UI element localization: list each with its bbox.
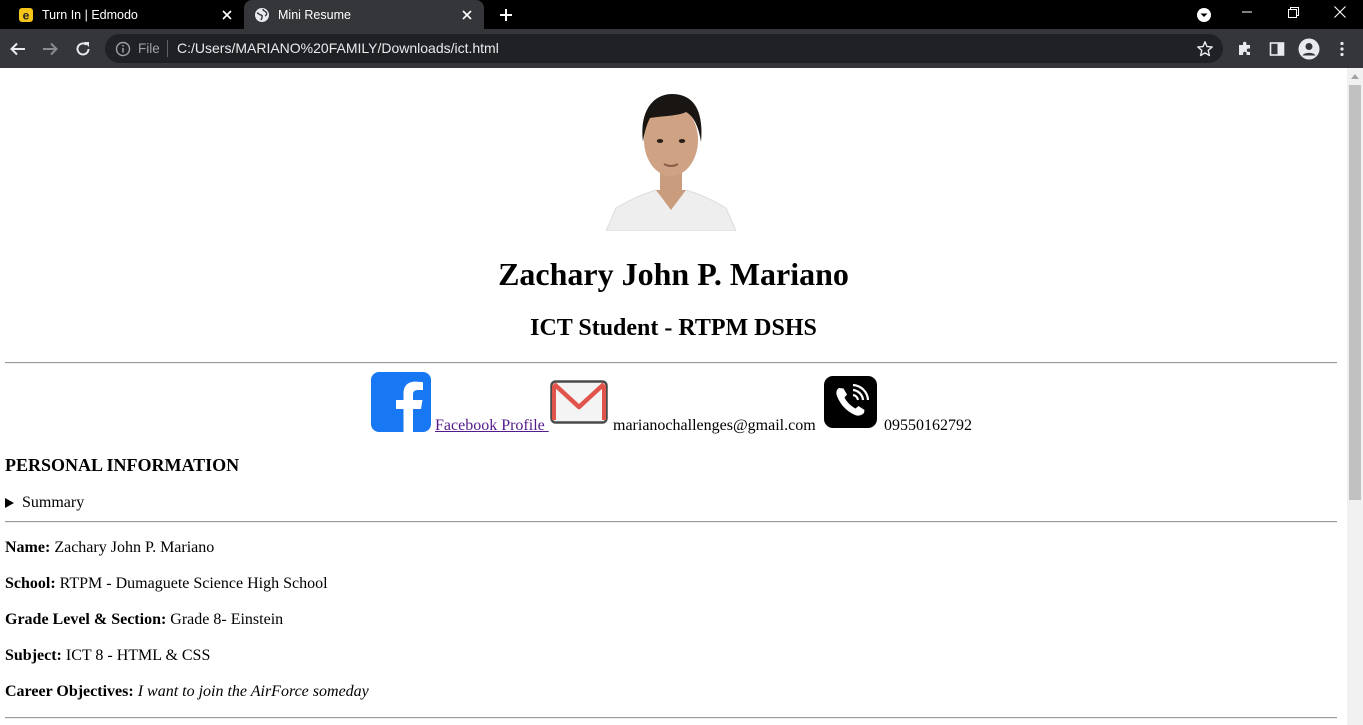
info-row-name: Name: Zachary John P. Mariano xyxy=(5,539,214,557)
scheme-label: File xyxy=(138,41,160,56)
field-label: Name: xyxy=(5,539,51,556)
field-value: Grade 8- Einstein xyxy=(170,611,284,628)
profile-photo xyxy=(606,86,736,231)
tab-strip: e Turn In | Edmodo Mini Resume xyxy=(0,0,1363,29)
scroll-up-icon[interactable] xyxy=(1347,68,1363,84)
phone-number: 09550162792 xyxy=(884,417,972,434)
divider xyxy=(5,521,1337,523)
tab-title: Mini Resume xyxy=(278,7,351,22)
field-label: Grade Level & Section: xyxy=(5,611,167,628)
field-value: RTPM - Dumaguete Science High School xyxy=(59,575,328,592)
more-menu-icon[interactable] xyxy=(1330,37,1354,61)
info-row-career: Career Objectives: I want to join the Ai… xyxy=(5,683,369,701)
bookmark-star-icon[interactable] xyxy=(1196,40,1214,58)
page-scrollbar[interactable] xyxy=(1347,68,1363,725)
field-value: Zachary John P. Mariano xyxy=(54,539,215,556)
field-label: Subject: xyxy=(5,647,62,664)
tab-close-icon[interactable] xyxy=(458,6,476,24)
scrollbar-thumb[interactable] xyxy=(1349,85,1361,500)
tab-title: Turn In | Edmodo xyxy=(42,7,138,22)
email-address: marianochallenges@gmail.com xyxy=(613,417,816,434)
close-window-icon[interactable] xyxy=(1317,0,1363,24)
divider xyxy=(5,362,1337,364)
field-label: School: xyxy=(5,575,56,592)
forward-icon[interactable] xyxy=(38,37,62,61)
facebook-icon[interactable] xyxy=(371,372,431,432)
tab-mini-resume[interactable]: Mini Resume xyxy=(244,0,484,29)
tab-edmodo[interactable]: e Turn In | Edmodo xyxy=(8,0,244,29)
phone-icon xyxy=(824,376,877,428)
info-row-school: School: RTPM - Dumaguete Science High Sc… xyxy=(5,575,328,593)
edmodo-favicon-icon: e xyxy=(18,7,34,23)
tab-close-icon[interactable] xyxy=(218,6,236,24)
svg-text:e: e xyxy=(23,8,30,22)
summary-disclosure[interactable]: Summary xyxy=(5,494,84,512)
email-icon xyxy=(550,380,608,424)
reload-icon[interactable] xyxy=(71,37,95,61)
field-value: ICT 8 - HTML & CSS xyxy=(65,647,211,664)
extensions-puzzle-icon[interactable] xyxy=(1233,37,1257,61)
restore-icon[interactable] xyxy=(1270,0,1316,24)
info-row-grade: Grade Level & Section: Grade 8- Einstein xyxy=(5,611,283,629)
divider xyxy=(5,717,1337,719)
info-row-subject: Subject: ICT 8 - HTML & CSS xyxy=(5,647,210,665)
back-icon[interactable] xyxy=(6,37,30,61)
omnibox-divider xyxy=(167,40,168,57)
new-tab-icon[interactable] xyxy=(496,5,516,25)
field-value: I want to join the AirForce someday xyxy=(137,683,369,700)
page-viewport: Zachary John P. Mariano ICT Student - RT… xyxy=(0,68,1347,725)
address-bar[interactable]: File C:/Users/MARIANO%20FAMILY/Downloads… xyxy=(105,34,1223,63)
field-label: Career Objectives: xyxy=(5,683,134,700)
browser-toolbar: File C:/Users/MARIANO%20FAMILY/Downloads… xyxy=(0,29,1363,68)
globe-favicon-icon xyxy=(254,7,270,23)
side-panel-icon[interactable] xyxy=(1265,37,1289,61)
disclosure-triangle-icon xyxy=(5,498,14,508)
tab-search-icon[interactable] xyxy=(1194,5,1214,25)
minimize-icon[interactable] xyxy=(1224,0,1270,24)
site-info-icon[interactable] xyxy=(115,41,131,57)
summary-label: Summary xyxy=(22,494,85,511)
section-heading: PERSONAL INFORMATION xyxy=(5,455,240,475)
facebook-profile-link[interactable]: Facebook Profile xyxy=(435,417,549,435)
page-title: Zachary John P. Mariano xyxy=(498,256,849,292)
url-text[interactable]: C:/Users/MARIANO%20FAMILY/Downloads/ict.… xyxy=(177,40,499,56)
profile-avatar-icon[interactable] xyxy=(1297,37,1321,61)
page-subtitle: ICT Student - RTPM DSHS xyxy=(530,315,817,341)
